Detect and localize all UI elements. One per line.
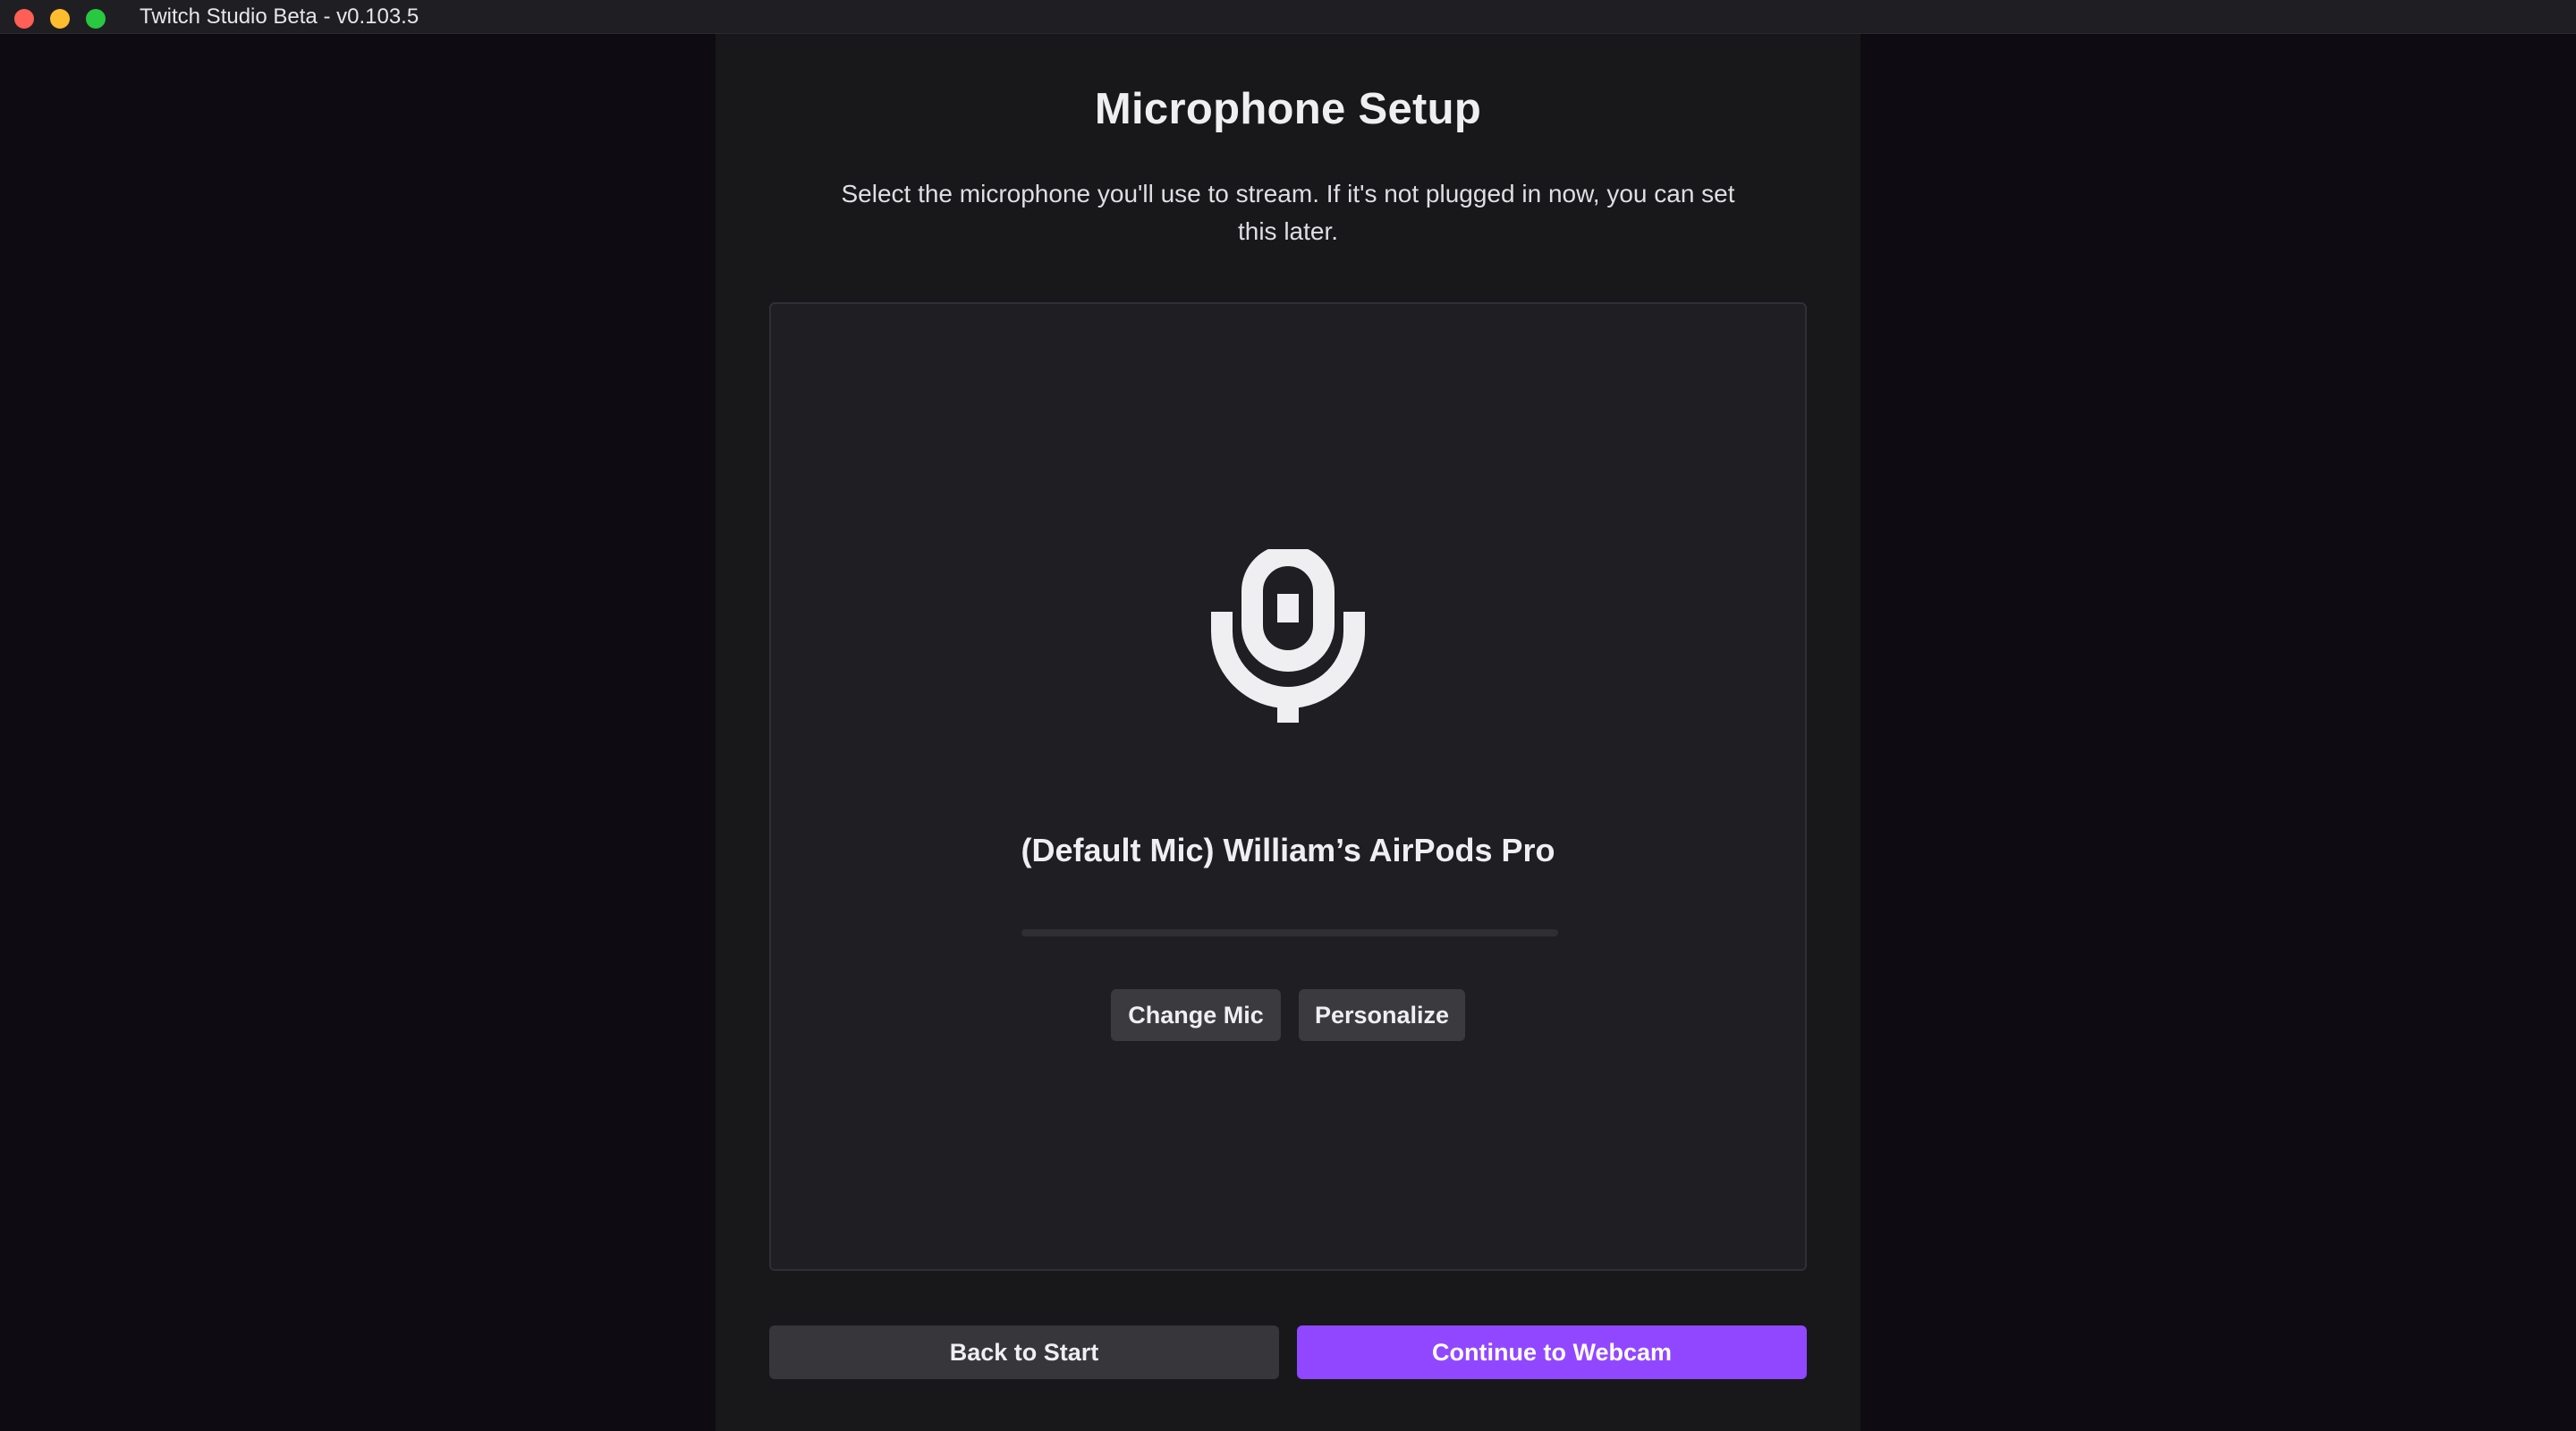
back-to-start-button[interactable]: Back to Start bbox=[769, 1325, 1279, 1379]
personalize-button[interactable]: Personalize bbox=[1299, 989, 1465, 1041]
subtitle-line-2: this later. bbox=[1237, 217, 1339, 245]
window-close-button[interactable] bbox=[14, 9, 34, 29]
app-window: Twitch Studio Beta - v0.103.5 Microphone… bbox=[0, 0, 2576, 1431]
window-minimize-button[interactable] bbox=[50, 9, 70, 29]
subtitle-line-1: Select the microphone you'll use to stre… bbox=[841, 180, 1735, 207]
microphone-icon bbox=[1211, 549, 1365, 723]
selected-device-name: (Default Mic) William’s AirPods Pro bbox=[1021, 832, 1555, 868]
page-subtitle: Select the microphone you'll use to stre… bbox=[796, 175, 1780, 250]
title-bar: Twitch Studio Beta - v0.103.5 bbox=[0, 0, 2576, 34]
window-title: Twitch Studio Beta - v0.103.5 bbox=[140, 4, 419, 29]
change-mic-button[interactable]: Change Mic bbox=[1111, 989, 1281, 1041]
setup-panel: Microphone Setup Select the microphone y… bbox=[716, 34, 1860, 1431]
window-maximize-button[interactable] bbox=[86, 9, 106, 29]
continue-to-webcam-button[interactable]: Continue to Webcam bbox=[1297, 1325, 1807, 1379]
page-title: Microphone Setup bbox=[1094, 85, 1482, 133]
mic-level-meter bbox=[1021, 929, 1558, 936]
microphone-card: (Default Mic) William’s AirPods Pro Chan… bbox=[769, 302, 1807, 1271]
